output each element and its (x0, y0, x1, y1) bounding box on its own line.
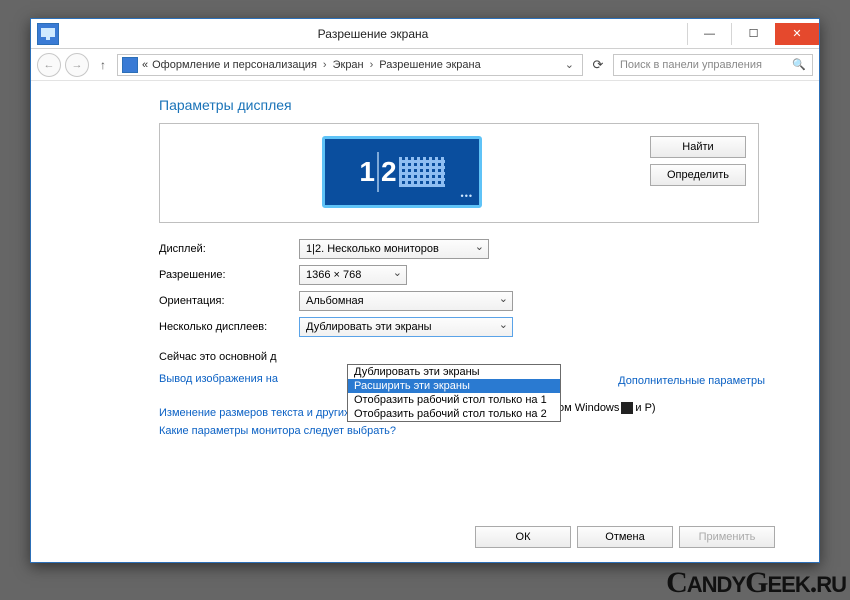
breadcrumb-item[interactable]: Оформление и персонализация (152, 59, 317, 71)
control-panel-icon (122, 57, 138, 73)
back-button[interactable]: ← (37, 53, 61, 77)
close-button[interactable]: ✕ (775, 23, 819, 45)
chevron-down-icon[interactable]: ⌄ (561, 58, 578, 71)
primary-display-text: Сейчас это основной д (159, 351, 779, 363)
monitor-icon: 1 2 ••• (322, 136, 482, 208)
resolution-combo[interactable]: 1366 × 768 (299, 265, 407, 285)
nav-bar: ← → ↑ « Оформление и персонализация Экра… (31, 49, 819, 81)
monitor-number-2: 2 (381, 156, 397, 188)
search-icon: 🔍 (792, 58, 806, 71)
monitor-preview[interactable]: 1 2 ••• (172, 136, 632, 208)
monitor-grid-icon (399, 157, 445, 187)
monitor-divider (377, 152, 379, 192)
minimize-button[interactable]: — (687, 23, 731, 45)
page-title: Параметры дисплея (159, 97, 779, 113)
multiple-displays-combo[interactable]: Дублировать эти экраны (299, 317, 513, 337)
dialog-footer: ОК Отмена Применить (475, 526, 775, 548)
dropdown-option[interactable]: Расширить эти экраны (348, 379, 560, 393)
window-title: Разрешение экрана (59, 27, 687, 41)
window-controls: — ☐ ✕ (687, 23, 819, 45)
forward-button[interactable]: → (65, 53, 89, 77)
display-label: Дисплей: (159, 243, 299, 255)
display-preview-box: 1 2 ••• Найти Определить (159, 123, 759, 223)
window: Разрешение экрана — ☐ ✕ ← → ↑ « Оформлен… (30, 18, 820, 563)
app-icon (37, 23, 59, 45)
maximize-button[interactable]: ☐ (731, 23, 775, 45)
resolution-label: Разрешение: (159, 269, 299, 281)
project-link[interactable]: Вывод изображения на (159, 373, 278, 385)
orientation-label: Ориентация: (159, 295, 299, 307)
dropdown-option[interactable]: Отобразить рабочий стол только на 2 (348, 407, 560, 421)
title-bar: Разрешение экрана — ☐ ✕ (31, 19, 819, 49)
multiple-displays-label: Несколько дисплеев: (159, 321, 299, 333)
monitor-dots-icon: ••• (461, 191, 473, 201)
breadcrumb[interactable]: « Оформление и персонализация Экран Разр… (117, 54, 583, 76)
up-button[interactable]: ↑ (93, 55, 113, 75)
display-combo[interactable]: 1|2. Несколько мониторов (299, 239, 489, 259)
watermark: CANDYGEEK.RU (666, 566, 846, 600)
search-input[interactable]: Поиск в панели управления 🔍 (613, 54, 813, 76)
chevron-right-icon (368, 59, 376, 71)
breadcrumb-prefix: « (142, 59, 148, 71)
orientation-combo[interactable]: Альбомная (299, 291, 513, 311)
monitor-number-1: 1 (359, 156, 375, 188)
cancel-button[interactable]: Отмена (577, 526, 673, 548)
detect-button[interactable]: Найти (650, 136, 746, 158)
identify-button[interactable]: Определить (650, 164, 746, 186)
multiple-displays-dropdown: Дублировать эти экраны Расширить эти экр… (347, 364, 561, 422)
chevron-right-icon (321, 59, 329, 71)
refresh-button[interactable]: ⟳ (587, 54, 609, 76)
breadcrumb-item[interactable]: Экран (333, 59, 364, 71)
windows-logo-icon (621, 402, 633, 414)
advanced-settings-link[interactable]: Дополнительные параметры (618, 375, 765, 387)
dropdown-option[interactable]: Отобразить рабочий стол только на 1 (348, 393, 560, 407)
which-settings-link[interactable]: Какие параметры монитора следует выбрать… (159, 425, 396, 437)
search-placeholder: Поиск в панели управления (620, 59, 762, 71)
ok-button[interactable]: ОК (475, 526, 571, 548)
apply-button[interactable]: Применить (679, 526, 775, 548)
dropdown-option[interactable]: Дублировать эти экраны (348, 365, 560, 379)
breadcrumb-item[interactable]: Разрешение экрана (379, 59, 480, 71)
